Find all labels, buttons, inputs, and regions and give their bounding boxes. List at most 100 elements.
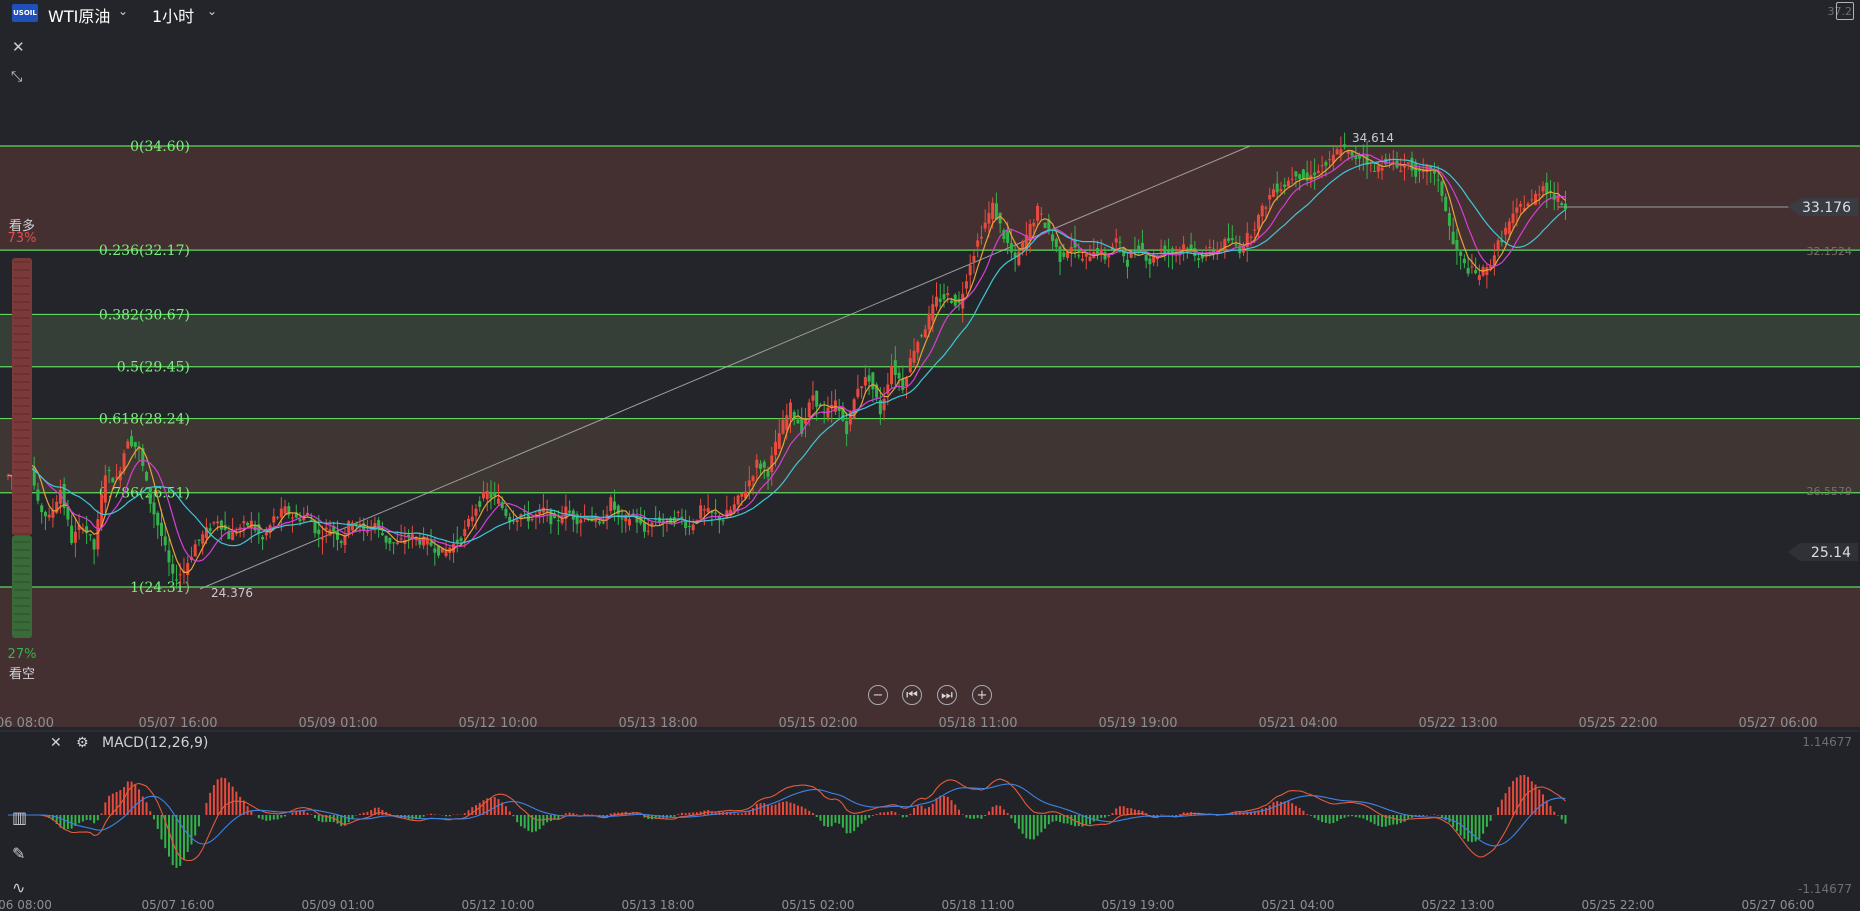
close-icon[interactable]: ✕ (12, 38, 25, 56)
candle-body (1081, 258, 1085, 261)
candle-body (1455, 240, 1459, 251)
candle-body (568, 510, 572, 513)
candle-body (1227, 238, 1231, 241)
candle-body (987, 213, 991, 224)
candle-body (96, 519, 100, 550)
fib-zone (0, 418, 1860, 493)
candle-body (650, 522, 654, 526)
panel-toggle-icon[interactable] (1836, 2, 1854, 20)
candle-body (938, 298, 942, 302)
candle-body (493, 492, 497, 497)
candle-body (103, 475, 107, 503)
candle-body (1417, 169, 1421, 172)
chart-canvas[interactable]: 0(34.60) 0.236(32.17) 0.382(30.67) 0.5(29.4… (0, 0, 1860, 911)
bear-percent: 27% (7, 647, 37, 662)
wave-icon[interactable]: ∿ (12, 878, 25, 897)
candle-body (1249, 236, 1253, 238)
candle-body (1560, 203, 1564, 206)
candle-body (1470, 266, 1474, 268)
candle-body (1324, 161, 1328, 166)
candle-body (388, 537, 392, 544)
candle-body (216, 521, 220, 524)
x-tick-label: 05/07 16:00 (138, 716, 217, 731)
jump-end-button[interactable]: ⏭ (937, 685, 957, 705)
high-price-label: 34.614 (1352, 131, 1394, 145)
candle-body (691, 524, 695, 531)
macd-close-icon[interactable]: ✕ (50, 735, 62, 751)
symbol-logo: USOIL (12, 4, 38, 22)
candle-body (1009, 242, 1013, 253)
x-tick-label: 05/13 18:00 (618, 716, 697, 731)
collapse-icon[interactable]: ⤡ (11, 69, 22, 85)
candle-body (774, 441, 778, 456)
candle-body (972, 255, 976, 262)
candle-body (130, 436, 134, 447)
candle-body (1268, 194, 1272, 200)
candle-body (991, 202, 995, 220)
zoom-in-button[interactable]: + (972, 685, 992, 705)
candle-body (437, 545, 441, 556)
candle-body (73, 531, 77, 543)
low-price-label: 24.376 (211, 586, 253, 600)
candle-body (115, 476, 119, 478)
candle-body (1511, 213, 1515, 224)
candle-body (1006, 230, 1010, 243)
fib-label: 0(34.60) (130, 139, 190, 155)
candle-body (897, 372, 901, 379)
candle-body (905, 378, 909, 387)
macd-x-tick-label: 05/12 10:00 (462, 898, 535, 911)
chevron-down-icon[interactable]: ⌄ (207, 4, 217, 18)
symbol-selector[interactable]: WTI原油 (48, 3, 110, 27)
x-tick-label: 05/19 19:00 (1098, 716, 1177, 731)
candle-body (485, 490, 489, 500)
candle-body (36, 489, 40, 501)
interval-selector[interactable]: 1小时 (152, 3, 194, 27)
candle-body (178, 574, 182, 576)
candle-body (766, 470, 770, 477)
drawing-tool-icon[interactable]: ✎ (12, 844, 25, 863)
candle-body (463, 528, 467, 536)
candle-body (1328, 159, 1332, 161)
candle-body (530, 519, 534, 521)
x-tick-label: 05/09 01:00 (298, 716, 377, 731)
candle-body (347, 521, 351, 533)
candle-body (1537, 194, 1541, 196)
candle-body (747, 480, 751, 487)
candle-body (1159, 248, 1163, 252)
x-tick-label: 05/21 04:00 (1258, 716, 1337, 731)
candle-body (133, 441, 137, 447)
candle-body (1563, 203, 1567, 210)
candle-body (1534, 193, 1538, 205)
bear-label: 看空 (8, 667, 35, 682)
zoom-out-button[interactable]: − (868, 685, 888, 705)
candle-body (40, 505, 44, 513)
candle-body (88, 534, 92, 536)
gear-icon[interactable]: ⚙ (76, 735, 89, 751)
candle-body (1088, 256, 1092, 261)
candle-body (399, 538, 403, 540)
toolbar: USOIL WTI原油 ⌄ 1小时 ⌄ (0, 0, 1860, 28)
candle-body (1058, 246, 1062, 262)
candle-body (1474, 270, 1478, 274)
candle-body (882, 398, 886, 411)
jump-start-button[interactable]: ⏮ (902, 685, 922, 705)
candle-body (680, 516, 684, 518)
candle-body (1320, 165, 1324, 167)
macd-x-tick-label: 05/25 22:00 (1582, 898, 1655, 911)
candle-body (908, 358, 912, 373)
fib-zone (0, 146, 1860, 251)
candle-body (350, 522, 354, 531)
candle-body (1137, 245, 1141, 250)
candle-body (1466, 267, 1470, 274)
chevron-down-icon[interactable]: ⌄ (118, 4, 128, 18)
candle-body (916, 342, 920, 353)
candle-body (863, 377, 867, 386)
candle-body (1283, 184, 1287, 187)
candle-body (732, 504, 736, 511)
macd-x-tick-label: 05/09 01:00 (302, 898, 375, 911)
indicator-icon[interactable]: ▥ (12, 808, 27, 827)
candle-body (998, 212, 1002, 224)
candle-body (1062, 252, 1066, 257)
ma-value-label: 32.1524 (1807, 245, 1853, 258)
candle-body (231, 530, 235, 540)
